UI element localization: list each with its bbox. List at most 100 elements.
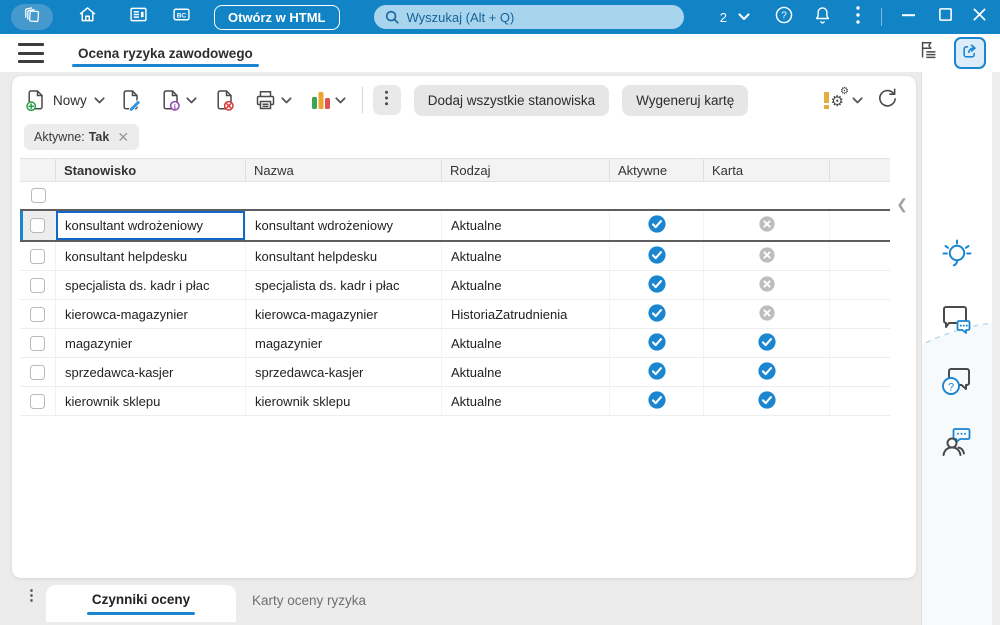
news-button[interactable]: [127, 6, 149, 28]
tab-active-underline: [72, 64, 259, 67]
cell-nazwa[interactable]: magazynier: [246, 329, 442, 357]
sidebar-decoration: [922, 322, 993, 625]
record-info-button[interactable]: i: [159, 88, 197, 112]
cell-rodzaj[interactable]: Aktualne: [442, 329, 610, 357]
card-missing-icon: [758, 246, 775, 266]
table-row[interactable]: konsultant helpdesku konsultant helpdesk…: [20, 242, 890, 271]
table-row[interactable]: magazynier magazynier Aktualne: [20, 329, 890, 358]
hamburger-menu-button[interactable]: [18, 43, 44, 63]
cell-rodzaj[interactable]: Aktualne: [442, 358, 610, 386]
cell-nazwa[interactable]: specjalista ds. kadr i płac: [246, 271, 442, 299]
row-checkbox[interactable]: [30, 306, 45, 322]
bottom-more-button[interactable]: ⋮: [24, 588, 39, 602]
bottom-tab-underline: [87, 612, 195, 615]
more-options-button[interactable]: [847, 5, 869, 28]
table-row[interactable]: specjalista ds. kadr i płac specjalista …: [20, 271, 890, 300]
row-checkbox[interactable]: [30, 364, 45, 380]
home-button[interactable]: [76, 6, 98, 28]
row-checkbox[interactable]: [30, 277, 45, 293]
cell-rodzaj[interactable]: Aktualne: [442, 211, 610, 240]
collapse-columns-chevron[interactable]: ❮: [896, 196, 908, 213]
chevron-down-icon[interactable]: [281, 96, 292, 104]
cell-stanowisko[interactable]: sprzedawca-kasjer: [56, 358, 246, 386]
column-header-stanowisko[interactable]: Stanowisko: [56, 159, 246, 181]
select-all-checkbox[interactable]: [30, 188, 46, 203]
table-row[interactable]: sprzedawca-kasjer sprzedawca-kasjer Aktu…: [20, 358, 890, 387]
filter-chip-aktywne[interactable]: Aktywne: Tak ✕: [24, 124, 140, 150]
cell-nazwa[interactable]: sprzedawca-kasjer: [246, 358, 442, 386]
search-placeholder: Wyszukaj (Alt + Q): [406, 9, 515, 25]
chevron-down-icon[interactable]: [186, 96, 197, 104]
refresh-button[interactable]: [875, 86, 898, 114]
new-record-button[interactable]: Nowy: [24, 88, 105, 112]
grid-settings-button[interactable]: ⚙ ⚙: [824, 87, 863, 109]
warning-icon: [824, 92, 830, 109]
analytics-button[interactable]: [310, 88, 346, 112]
scrollbar-track[interactable]: [992, 72, 1000, 625]
positions-table: Stanowisko Nazwa Rodzaj Aktywne Karta ko…: [20, 158, 908, 416]
help-button[interactable]: ?: [773, 6, 795, 28]
row-checkbox[interactable]: [30, 248, 45, 264]
app-menu-button[interactable]: [11, 4, 53, 30]
table-row[interactable]: kierownik sklepu kierownik sklepu Aktual…: [20, 387, 890, 416]
user-menu-chevron[interactable]: [735, 6, 753, 28]
new-button-label: Nowy: [53, 92, 87, 108]
cell-rodzaj[interactable]: Aktualne: [442, 242, 610, 270]
cell-rodzaj[interactable]: Aktualne: [442, 271, 610, 299]
feedback-button[interactable]: [939, 300, 975, 341]
flag-list-icon: [918, 39, 940, 68]
row-checkbox[interactable]: [30, 335, 45, 351]
column-header-nazwa[interactable]: Nazwa: [246, 159, 442, 181]
cell-rodzaj[interactable]: HistoriaZatrudnienia: [442, 300, 610, 328]
close-button[interactable]: [964, 2, 994, 32]
svg-text:BC: BC: [176, 12, 186, 19]
column-header-karta[interactable]: Karta: [704, 159, 830, 181]
maximize-button[interactable]: [930, 2, 960, 32]
remove-filter-icon[interactable]: ✕: [117, 129, 129, 146]
cell-nazwa[interactable]: kierownik sklepu: [246, 387, 442, 415]
tab-czynniki-oceny[interactable]: Czynniki oceny: [46, 585, 236, 622]
delete-record-button[interactable]: [213, 88, 237, 112]
pin-list-button[interactable]: [918, 39, 940, 68]
card-missing-icon: [758, 275, 775, 295]
notifications-button[interactable]: [811, 6, 833, 28]
column-header-aktywne[interactable]: Aktywne: [610, 159, 704, 181]
community-button[interactable]: [939, 424, 975, 465]
edit-record-button[interactable]: [119, 88, 143, 112]
svg-text:i: i: [174, 102, 176, 111]
cell-stanowisko[interactable]: magazynier: [56, 329, 246, 357]
tab-karty-oceny-ryzyka[interactable]: Karty oceny ryzyka: [252, 593, 366, 608]
search-input[interactable]: Wyszukaj (Alt + Q): [373, 5, 684, 29]
cell-nazwa[interactable]: konsultant wdrożeniowy: [246, 211, 442, 240]
user-badge[interactable]: 2: [720, 10, 727, 25]
generate-card-button[interactable]: Wygeneruj kartę: [622, 84, 749, 116]
chevron-down-icon[interactable]: [852, 91, 863, 109]
chevron-down-icon[interactable]: [335, 96, 346, 104]
row-checkbox[interactable]: [30, 218, 45, 233]
cell-stanowisko[interactable]: konsultant helpdesku: [56, 242, 246, 270]
cell-nazwa[interactable]: konsultant helpdesku: [246, 242, 442, 270]
help-center-button[interactable]: ?: [939, 364, 975, 405]
cell-stanowisko[interactable]: kierowca-magazynier: [56, 300, 246, 328]
content-area: Nowy i Dodaj wszystkie stanowiska Wygene…: [0, 72, 1000, 625]
chevron-down-icon[interactable]: [94, 96, 105, 104]
row-checkbox[interactable]: [30, 393, 45, 409]
share-button[interactable]: [954, 37, 986, 69]
minimize-button[interactable]: [894, 2, 924, 32]
cell-stanowisko[interactable]: kierownik sklepu: [56, 387, 246, 415]
cell-nazwa[interactable]: kierowca-magazynier: [246, 300, 442, 328]
open-in-html-button[interactable]: Otwórz w HTML: [214, 4, 340, 30]
bar-chart-icon: [310, 88, 332, 112]
print-button[interactable]: [253, 88, 292, 112]
cell-rodzaj[interactable]: Aktualne: [442, 387, 610, 415]
column-header-rodzaj[interactable]: Rodzaj: [442, 159, 610, 181]
table-row[interactable]: konsultant wdrożeniowy konsultant wdroże…: [20, 209, 890, 242]
bc-module-button[interactable]: BC: [170, 6, 192, 28]
tab-ocena-ryzyka[interactable]: Ocena ryzyka zawodowego: [60, 34, 271, 72]
cell-stanowisko[interactable]: specjalista ds. kadr i płac: [56, 271, 246, 299]
ideas-button[interactable]: [940, 237, 974, 278]
add-all-positions-button[interactable]: Dodaj wszystkie stanowiska: [413, 84, 610, 116]
table-row[interactable]: kierowca-magazynier kierowca-magazynier …: [20, 300, 890, 329]
cell-stanowisko[interactable]: konsultant wdrożeniowy: [56, 211, 246, 240]
more-actions-button[interactable]: [372, 85, 401, 115]
